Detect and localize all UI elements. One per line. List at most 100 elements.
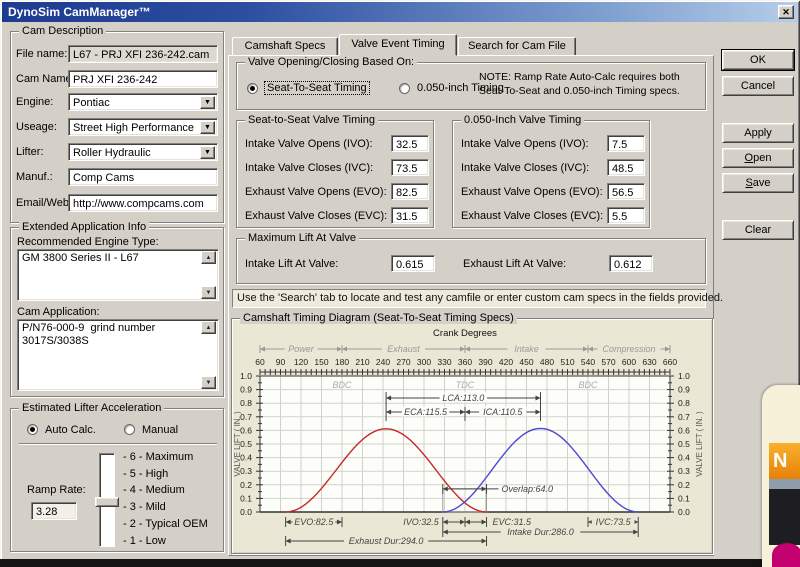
svg-text:450: 450	[519, 357, 533, 367]
seat-ivc-label: Intake Valve Closes (IVC):	[245, 162, 373, 174]
seat-evo-field[interactable]: 82.5	[391, 183, 429, 200]
file-name-field[interactable]: L67 - PRJ XFI 236-242.cam	[68, 45, 218, 63]
lifter-value: Roller Hydraulic	[73, 147, 151, 159]
cam-application-label: Cam Application:	[17, 306, 100, 318]
inch-ivo-field[interactable]: 7.5	[607, 135, 645, 152]
svg-text:540: 540	[581, 357, 595, 367]
cam-name-field[interactable]: PRJ XFI 236-242	[68, 70, 218, 88]
svg-text:ECA:115.5: ECA:115.5	[404, 407, 448, 417]
timing-diagram-legend: Camshaft Timing Diagram (Seat-To-Seat Ti…	[240, 312, 517, 324]
scroll-up-icon[interactable]: ▲	[201, 321, 216, 334]
svg-text:300: 300	[417, 357, 431, 367]
slider-label-1: - 1 - Low	[123, 535, 166, 547]
open-button[interactable]: Open	[722, 148, 794, 168]
lifter-accel-legend: Estimated Lifter Acceleration	[19, 402, 164, 414]
engine-dropdown[interactable]: Pontiac ▼	[68, 93, 218, 111]
valve-basis-legend: Valve Opening/Closing Based On:	[245, 56, 417, 68]
svg-text:0.1: 0.1	[678, 493, 690, 503]
svg-text:90: 90	[276, 357, 286, 367]
scroll-down-icon[interactable]: ▼	[201, 376, 216, 389]
seat-ivo-field[interactable]: 32.5	[391, 135, 429, 152]
seat-to-seat-radio-label[interactable]: Seat-To-Seat Timing	[264, 81, 370, 95]
background-window-banner: N	[769, 443, 800, 479]
lifter-accel-group: Estimated Lifter Acceleration Auto Calc.…	[10, 408, 224, 552]
extended-info-legend: Extended Application Info	[19, 221, 149, 233]
background-window-strip	[769, 479, 800, 489]
chevron-down-icon[interactable]: ▼	[200, 96, 215, 109]
tab-camshaft-specs[interactable]: Camshaft Specs	[232, 37, 338, 55]
inch-timing-legend: 0.050-Inch Valve Timing	[461, 114, 584, 126]
status-bar: Use the 'Search' tab to locate and test …	[232, 289, 706, 308]
auto-calc-radio[interactable]	[27, 424, 38, 435]
slider-label-3: - 3 - Mild	[123, 501, 166, 513]
title-bar[interactable]: DynoSim CamManager™ ✕	[2, 2, 798, 22]
apply-button[interactable]: Apply	[722, 123, 794, 143]
background-window-sliver: N	[762, 385, 800, 567]
slider-label-6: - 6 - Maximum	[123, 451, 193, 463]
svg-text:IVC:73.5: IVC:73.5	[596, 517, 632, 527]
svg-text:0.2: 0.2	[678, 480, 690, 490]
email-web-field[interactable]: http://www.compcams.com	[68, 194, 218, 212]
svg-text:0.5: 0.5	[678, 439, 690, 449]
svg-text:LCA:113.0: LCA:113.0	[442, 393, 484, 403]
save-button[interactable]: Save	[722, 173, 794, 193]
inch-timing-radio[interactable]	[399, 83, 410, 94]
svg-text:Exhaust Dur:294.0: Exhaust Dur:294.0	[349, 536, 424, 546]
manual-label: Manual	[142, 424, 178, 436]
chevron-down-icon[interactable]: ▼	[200, 121, 215, 134]
svg-text:1.0: 1.0	[240, 371, 252, 381]
inch-timing-group: 0.050-Inch Valve Timing Intake Valve Ope…	[452, 120, 650, 228]
svg-text:0.1: 0.1	[240, 493, 252, 503]
scroll-up-icon[interactable]: ▲	[201, 251, 216, 264]
tab-search-for-cam-file[interactable]: Search for Cam File	[458, 37, 576, 55]
svg-text:Compression: Compression	[602, 344, 655, 354]
useage-value: Street High Performance	[73, 122, 194, 134]
inch-evo-field[interactable]: 56.5	[607, 183, 645, 200]
scroll-down-icon[interactable]: ▼	[201, 286, 216, 299]
svg-text:630: 630	[642, 357, 656, 367]
ramp-rate-slider-thumb[interactable]	[95, 497, 119, 507]
ramp-rate-note: NOTE: Ramp Rate Auto-Calc requires both …	[479, 70, 701, 98]
svg-text:Intake Dur:286.0: Intake Dur:286.0	[507, 527, 574, 537]
cam-description-group: Cam Description File name: L67 - PRJ XFI…	[10, 31, 224, 223]
tab-valve-event-timing[interactable]: Valve Event Timing	[339, 34, 457, 56]
max-lift-legend: Maximum Lift At Valve	[245, 232, 359, 244]
ok-button[interactable]: OK	[722, 50, 794, 70]
seat-ivc-field[interactable]: 73.5	[391, 159, 429, 176]
svg-text:120: 120	[294, 357, 308, 367]
manual-radio[interactable]	[124, 424, 135, 435]
lifter-dropdown[interactable]: Roller Hydraulic ▼	[68, 143, 218, 161]
svg-text:0.3: 0.3	[678, 466, 690, 476]
seat-timing-group: Seat-to-Seat Valve Timing Intake Valve O…	[236, 120, 434, 228]
intake-lift-field[interactable]: 0.615	[391, 255, 435, 272]
useage-dropdown[interactable]: Street High Performance ▼	[68, 118, 218, 136]
inch-ivc-field[interactable]: 48.5	[607, 159, 645, 176]
svg-text:ICA:110.5: ICA:110.5	[483, 407, 523, 417]
inch-evc-label: Exhaust Valve Closes (EVC):	[461, 210, 603, 222]
svg-text:IVO:32.5: IVO:32.5	[403, 517, 440, 527]
extended-info-group: Extended Application Info Recommended En…	[10, 227, 224, 397]
inch-evc-field[interactable]: 5.5	[607, 207, 645, 224]
timing-diagram-group: Camshaft Timing Diagram (Seat-To-Seat Ti…	[231, 318, 713, 554]
exhaust-lift-field[interactable]: 0.612	[609, 255, 653, 272]
clear-button[interactable]: Clear	[722, 220, 794, 240]
cam-application-textarea[interactable]: P/N76-000-9 grind number 3017S/3038S	[17, 319, 219, 391]
svg-text:570: 570	[601, 357, 615, 367]
engine-type-textarea[interactable]: GM 3800 Series II - L67	[17, 249, 219, 301]
svg-text:270: 270	[396, 357, 410, 367]
svg-text:0.4: 0.4	[678, 453, 690, 463]
seat-timing-legend: Seat-to-Seat Valve Timing	[245, 114, 378, 126]
svg-text:360: 360	[458, 357, 472, 367]
seat-evc-field[interactable]: 31.5	[391, 207, 429, 224]
chevron-down-icon[interactable]: ▼	[200, 146, 215, 159]
divider	[19, 443, 217, 445]
cancel-button[interactable]: Cancel	[722, 76, 794, 96]
inch-evo-label: Exhaust Valve Opens (EVO):	[461, 186, 603, 198]
engine-type-label: Recommended Engine Type:	[17, 236, 159, 248]
svg-text:VALVE LIFT ( IN. ): VALVE LIFT ( IN. )	[233, 411, 242, 477]
seat-to-seat-radio[interactable]	[247, 83, 258, 94]
close-icon[interactable]: ✕	[778, 5, 794, 19]
manuf-field[interactable]: Comp Cams	[68, 168, 218, 186]
svg-text:Overlap:64.0: Overlap:64.0	[502, 484, 554, 494]
svg-text:0.8: 0.8	[240, 398, 252, 408]
